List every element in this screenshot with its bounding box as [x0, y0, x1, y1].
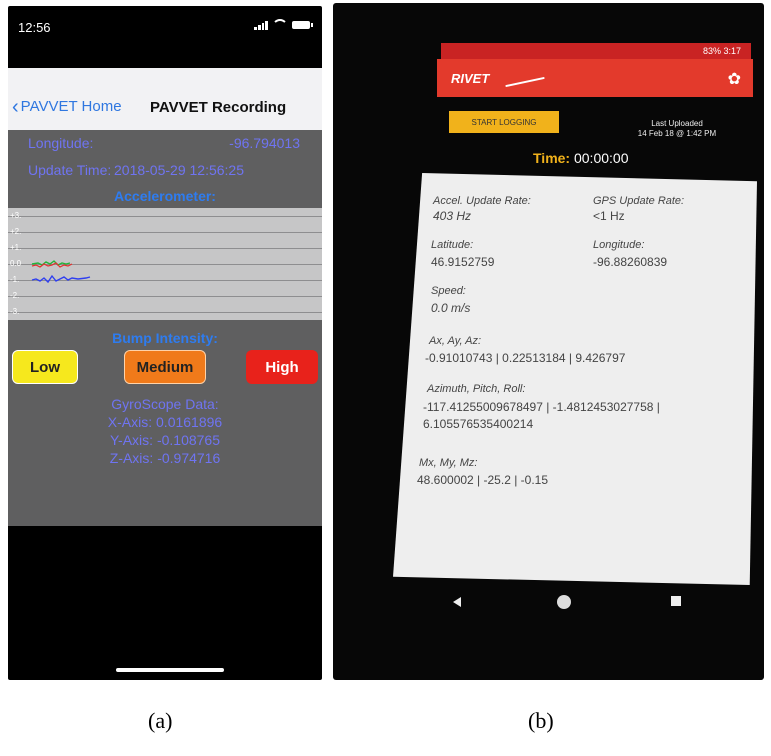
axyz-value: -0.91010743 | 0.22513184 | 9.426797: [425, 351, 626, 365]
gps-rate-value: <1 Hz: [593, 209, 625, 223]
longitude-value: -96.794013: [229, 135, 300, 151]
back-label: PAVVET Home: [20, 98, 122, 115]
speed-value: 0.0 m/s: [431, 301, 471, 315]
longitude-label: Longitude:: [28, 135, 94, 151]
logo-swoosh: [505, 76, 545, 88]
accelerometer-traces: [31, 260, 91, 284]
timer: Time: 00:00:00: [533, 150, 628, 166]
status-icons: [254, 19, 313, 30]
update-time-label: Update Time:: [28, 162, 112, 178]
navigation-bar: ‹ PAVVET Home PAVVET Recording: [8, 68, 322, 130]
battery-icon: [292, 20, 313, 29]
gyroscope-title: GyroScope Data:: [111, 396, 219, 412]
status-time: 12:56: [18, 20, 51, 35]
caption-a: (a): [148, 708, 173, 733]
back-button[interactable]: ‹ PAVVET Home: [12, 95, 122, 118]
last-uploaded: Last Uploaded 14 Feb 18 @ 1:42 PM: [617, 119, 737, 139]
caption-b: (b): [528, 708, 554, 733]
android-nav-bar: [333, 593, 764, 623]
page-title: PAVVET Recording: [150, 99, 287, 116]
medium-button[interactable]: Medium: [124, 350, 206, 384]
mxyz-label: Mx, My, Mz:: [419, 457, 478, 469]
trace-z: [31, 274, 91, 284]
android-status-bar: 83% 3:17: [441, 43, 751, 59]
sensor-readings-card: Accel. Update Rate: 403 Hz GPS Update Ra…: [393, 173, 757, 585]
accelerometer-title: Accelerometer:: [114, 188, 216, 204]
android-phone-photo: 83% 3:17 RIVET ✿ START LOGGING Last Uplo…: [333, 3, 764, 680]
low-button[interactable]: Low: [12, 350, 78, 384]
time-label: Time:: [533, 150, 571, 166]
accel-rate-value: 403 Hz: [433, 209, 472, 223]
home-indicator[interactable]: [116, 668, 224, 672]
longitude-label: Longitude:: [593, 239, 645, 251]
app-name: RIVET: [451, 71, 490, 86]
azimuth-pitch-roll-value-cont: 6.105576535400214: [423, 417, 534, 431]
status-text: 83% 3:17: [702, 46, 741, 56]
azimuth-pitch-roll-label: Azimuth, Pitch, Roll:: [427, 383, 526, 395]
time-value: 00:00:00: [573, 150, 629, 166]
azimuth-pitch-roll-value: -117.41255009678497 | -1.4812453027758 |: [423, 400, 660, 414]
accel-rate-label: Accel. Update Rate:: [433, 195, 531, 207]
update-time-value: 2018-05-29 12:56:25: [114, 162, 244, 178]
app-bar: RIVET ✿: [437, 59, 753, 97]
chevron-left-icon: ‹: [12, 95, 19, 118]
back-icon[interactable]: [453, 597, 461, 607]
wifi-icon: [272, 19, 288, 30]
gyro-z-value: Z-Axis: -0.974716: [109, 450, 221, 466]
gyro-y-value: Y-Axis: -0.108765: [110, 432, 220, 448]
recent-apps-icon[interactable]: [671, 596, 681, 606]
status-bar: 12:56: [8, 6, 322, 46]
start-logging-button[interactable]: START LOGGING: [449, 111, 559, 133]
mxyz-value: 48.600002 | -25.2 | -0.15: [417, 473, 548, 487]
high-button[interactable]: High: [246, 350, 318, 384]
home-icon[interactable]: [557, 595, 571, 609]
signal-icon: [254, 20, 268, 30]
last-uploaded-label: Last Uploaded: [651, 119, 703, 128]
speed-label: Speed:: [431, 285, 466, 297]
recording-panel: Longitude: -96.794013 Update Time: 2018-…: [8, 130, 322, 526]
ios-phone-screen: 12:56 ‹ PAVVET Home PAVVET Recording Lon…: [8, 6, 322, 680]
last-uploaded-value: 14 Feb 18 @ 1:42 PM: [637, 129, 717, 138]
bump-intensity-title: Bump Intensity:: [112, 330, 218, 346]
trace-x: [31, 260, 71, 266]
gps-rate-label: GPS Update Rate:: [593, 195, 685, 207]
longitude-value: -96.88260839: [593, 255, 668, 269]
latitude-value: 46.9152759: [431, 255, 495, 269]
gear-icon[interactable]: ✿: [728, 69, 741, 89]
accelerometer-graph: +3. +2. +1. 0.0 -1. -2. -3.: [8, 208, 322, 320]
latitude-label: Latitude:: [431, 239, 474, 251]
gyro-x-value: X-Axis: 0.0161896: [107, 414, 223, 430]
axyz-label: Ax, Ay, Az:: [429, 335, 482, 347]
